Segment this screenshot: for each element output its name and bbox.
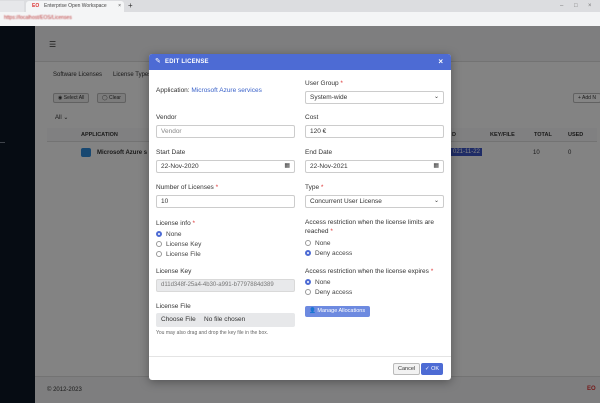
no-file-text: No file chosen — [204, 316, 246, 323]
limits-deny-radio[interactable]: Deny access — [305, 250, 352, 257]
type-select[interactable]: Concurrent User License ⌄ — [305, 195, 444, 208]
license-key-input: d11d348f-25a4-4b30-a991-b7797884d389 — [156, 279, 295, 292]
license-info-key-radio[interactable]: License Key — [156, 241, 201, 248]
cost-label: Cost — [305, 114, 319, 121]
pencil-icon: ✎ — [155, 58, 161, 65]
application-link[interactable]: Microsoft Azure services — [191, 87, 261, 94]
check-icon: ✓ — [424, 366, 430, 372]
modal-close-icon[interactable]: × — [438, 57, 443, 66]
license-info-label: License info * — [156, 220, 196, 227]
user-group-label: User Group * — [305, 80, 343, 87]
ok-button[interactable]: ✓ OK — [421, 363, 443, 375]
tab-close-icon[interactable]: × — [118, 1, 121, 12]
calendar-icon[interactable]: ▦ — [284, 161, 290, 172]
type-label: Type * — [305, 184, 324, 191]
limits-none-radio[interactable]: None — [305, 240, 331, 247]
vendor-label: Vendor — [156, 114, 177, 121]
manage-allocations-button[interactable]: 👤 Manage Allocations — [305, 306, 370, 317]
new-tab-button[interactable]: + — [128, 0, 133, 12]
application-label: Application: Microsoft Azure services — [156, 87, 262, 94]
end-date-input[interactable]: 22-Nov-2021 ▦ — [305, 160, 444, 173]
maximize-icon[interactable]: □ — [574, 3, 578, 9]
modal-header: ✎ EDIT LICENSE × — [149, 54, 451, 70]
browser-tab-2[interactable]: EO Enterprise Open Workspace × — [26, 1, 124, 12]
expires-none-radio[interactable]: None — [305, 279, 331, 286]
num-licenses-input[interactable]: 10 — [156, 195, 295, 208]
license-info-file-radio[interactable]: License File — [156, 251, 201, 258]
choose-file-button[interactable]: Choose File — [161, 316, 196, 323]
user-icon: 👤 — [309, 308, 316, 314]
browser-tab-title: Enterprise Open Workspace — [44, 3, 107, 9]
vendor-input[interactable]: Vendor — [156, 125, 295, 138]
chevron-down-icon: ⌄ — [433, 94, 439, 100]
address-bar[interactable]: https://localhost/EOS/Licenses — [0, 12, 600, 26]
chevron-down-icon: ⌄ — [433, 198, 439, 204]
license-file-label: License File — [156, 303, 191, 310]
start-date-label: Start Date — [156, 149, 186, 156]
window-close-icon[interactable]: × — [588, 3, 592, 9]
url-text: https://localhost/EOS/Licenses — [4, 15, 72, 21]
license-key-label: License Key — [156, 268, 192, 275]
minimize-icon[interactable]: – — [560, 3, 563, 9]
cancel-button[interactable]: Cancel — [393, 363, 421, 375]
edit-license-modal: ✎ EDIT LICENSE × Application: Microsoft … — [149, 54, 451, 380]
cost-input[interactable]: 120 € — [305, 125, 444, 138]
modal-title: EDIT LICENSE — [165, 59, 209, 65]
modal-footer: Cancel ✓ OK — [149, 356, 451, 380]
end-date-label: End Date — [305, 149, 333, 156]
start-date-input[interactable]: 22-Nov-2020 ▦ — [156, 160, 295, 173]
num-licenses-label: Number of Licenses * — [156, 184, 219, 191]
user-group-select[interactable]: System-wide ⌄ — [305, 91, 444, 104]
browser-tab-1[interactable] — [0, 1, 24, 12]
restriction-expires-label: Access restriction when the license expi… — [305, 268, 434, 275]
drag-drop-hint: You may also drag and drop the key file … — [156, 330, 269, 336]
eo-favicon-icon: EO — [32, 3, 40, 9]
browser-tabbar: EO Enterprise Open Workspace × + – □ × — [0, 0, 600, 12]
license-info-none-radio[interactable]: None — [156, 231, 182, 238]
expires-deny-radio[interactable]: Deny access — [305, 289, 352, 296]
restriction-limits-label: Access restriction when the license limi… — [305, 219, 434, 235]
calendar-icon[interactable]: ▦ — [433, 161, 439, 172]
license-file-dropzone[interactable]: Choose File No file chosen — [156, 313, 295, 327]
